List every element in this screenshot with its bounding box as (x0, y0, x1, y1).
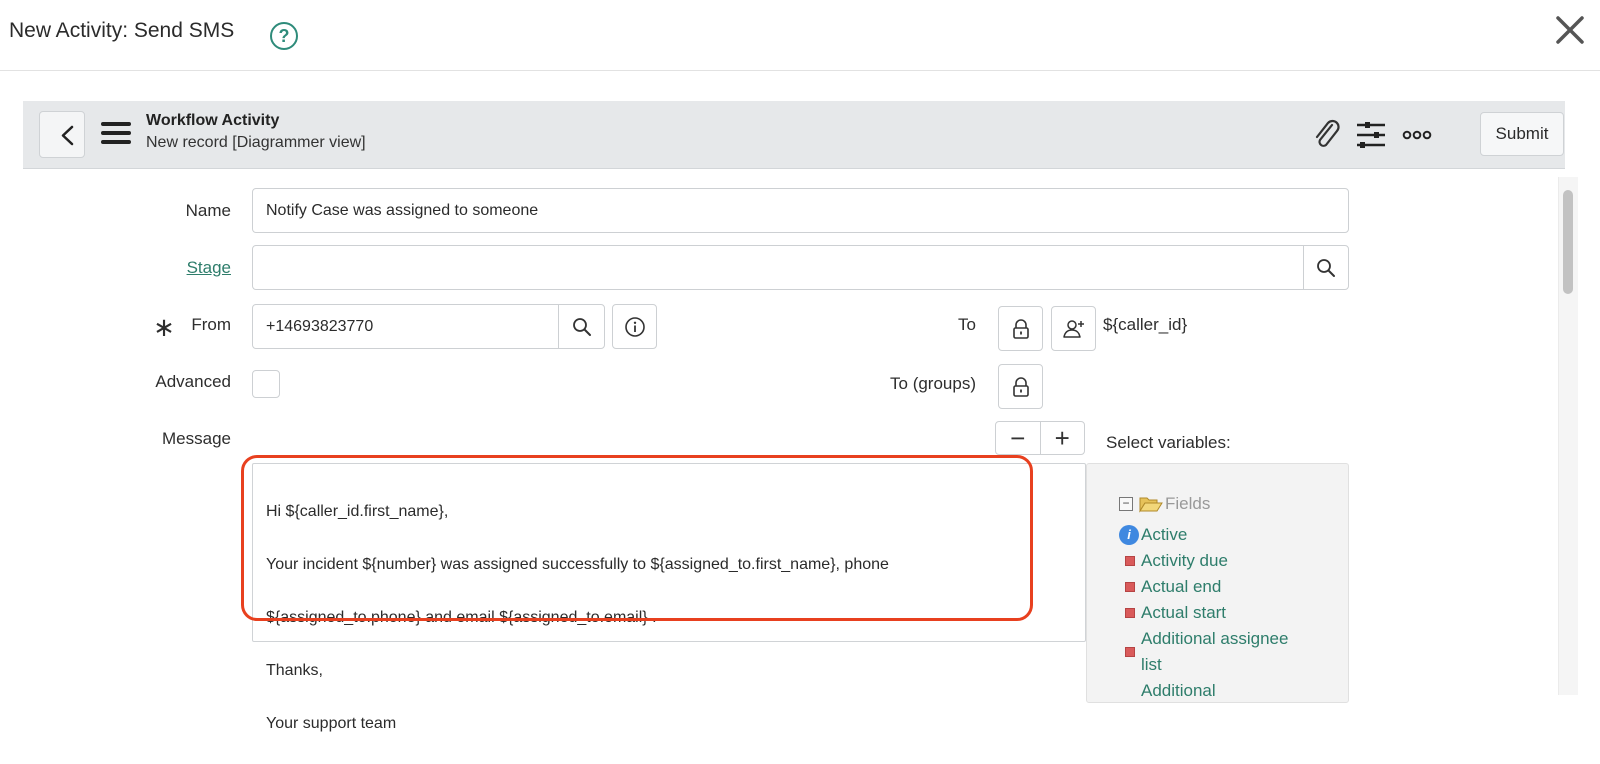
variable-label: Actual start (1141, 603, 1227, 622)
variable-item[interactable]: Activity due (1119, 548, 1345, 574)
stage-input[interactable] (252, 245, 1304, 290)
info-icon (624, 316, 645, 337)
form-title: Workflow Activity (146, 112, 280, 129)
collapse-toggle-icon[interactable]: − (1119, 497, 1133, 511)
to-label: To (958, 315, 976, 334)
from-input[interactable]: +14693823770 (252, 304, 559, 349)
lock-icon (1012, 318, 1029, 339)
form-header-bar: Workflow Activity New record [Diagrammer… (23, 101, 1565, 169)
variable-label: Additional assignee list (1141, 629, 1289, 674)
stage-label-link[interactable]: Stage (140, 258, 231, 278)
message-label: Message (162, 429, 231, 448)
submit-button[interactable]: Submit (1480, 112, 1564, 156)
form-subtitle: New record [Diagrammer view] (146, 134, 366, 151)
message-line: Hi ${caller_id.first_name}, (266, 502, 449, 520)
search-icon (572, 317, 591, 336)
message-size-control: − + (995, 421, 1085, 455)
variables-tree-panel: − Fields i Active Activity due Actual en… (1086, 463, 1349, 703)
field-icon (1125, 556, 1135, 566)
close-icon[interactable] (1552, 12, 1588, 48)
paperclip-icon[interactable] (1310, 118, 1344, 152)
from-label: From (191, 315, 231, 334)
variable-label: Actual end (1141, 577, 1222, 596)
info-field-icon: i (1119, 525, 1139, 545)
sliders-icon[interactable] (1354, 118, 1388, 152)
scrollbar-thumb[interactable] (1563, 190, 1573, 294)
lock-icon (1012, 376, 1029, 397)
variable-label: Active (1141, 525, 1188, 544)
message-text[interactable]: Hi ${caller_id.first_name}, Your inciden… (266, 472, 1026, 764)
variable-label: Activity due (1141, 551, 1228, 570)
field-icon (1125, 608, 1135, 618)
folder-open-icon (1139, 497, 1163, 513)
tree-root-label: Fields (1165, 494, 1211, 513)
chevron-left-icon (61, 125, 74, 146)
required-asterisk: ∗ (153, 312, 175, 342)
to-groups-label: To (groups) (890, 374, 976, 393)
variable-item[interactable]: Additional (1119, 678, 1345, 702)
modal-header: New Activity: Send SMS ? (0, 0, 1600, 71)
variables-list: i Active Activity due Actual end Actual … (1119, 522, 1345, 702)
name-label: Name (185, 201, 231, 220)
variable-item[interactable]: Actual end (1119, 574, 1345, 600)
name-input[interactable]: Notify Case was assigned to someone (252, 188, 1349, 233)
message-line: Your incident ${number} was assigned suc… (266, 555, 889, 573)
variable-item[interactable]: Actual start (1119, 600, 1345, 626)
message-line: ${assigned_to.phone} and email ${assigne… (266, 608, 657, 626)
shrink-button[interactable]: − (996, 422, 1041, 454)
advanced-checkbox[interactable] (252, 370, 280, 398)
to-unlock-button[interactable] (998, 306, 1043, 351)
help-icon[interactable]: ? (270, 22, 298, 50)
message-line: Your support team (266, 714, 397, 732)
grow-button[interactable]: + (1041, 422, 1085, 454)
advanced-label: Advanced (155, 372, 231, 391)
tree-root-fields[interactable]: − Fields (1119, 494, 1210, 514)
from-info-button[interactable] (612, 304, 657, 349)
message-line: Thanks, (266, 661, 323, 679)
back-button[interactable] (39, 111, 85, 158)
hamburger-menu-icon[interactable] (101, 120, 131, 146)
variable-item[interactable]: i Active (1119, 522, 1345, 548)
to-value: ${caller_id} (1103, 315, 1188, 334)
variable-item[interactable]: Additional assignee list (1119, 626, 1345, 678)
select-variables-label: Select variables: (1106, 433, 1231, 452)
search-icon (1317, 258, 1335, 277)
to-add-me-button[interactable] (1051, 306, 1096, 351)
variable-label: Additional (1141, 681, 1216, 700)
add-user-icon (1062, 319, 1084, 338)
field-icon (1125, 582, 1135, 592)
field-icon (1125, 647, 1135, 657)
more-options-icon[interactable] (1400, 118, 1434, 152)
from-lookup-button[interactable] (558, 304, 605, 349)
modal-title: New Activity: Send SMS (9, 19, 235, 42)
to-groups-unlock-button[interactable] (998, 364, 1043, 409)
stage-lookup-button[interactable] (1303, 245, 1349, 290)
